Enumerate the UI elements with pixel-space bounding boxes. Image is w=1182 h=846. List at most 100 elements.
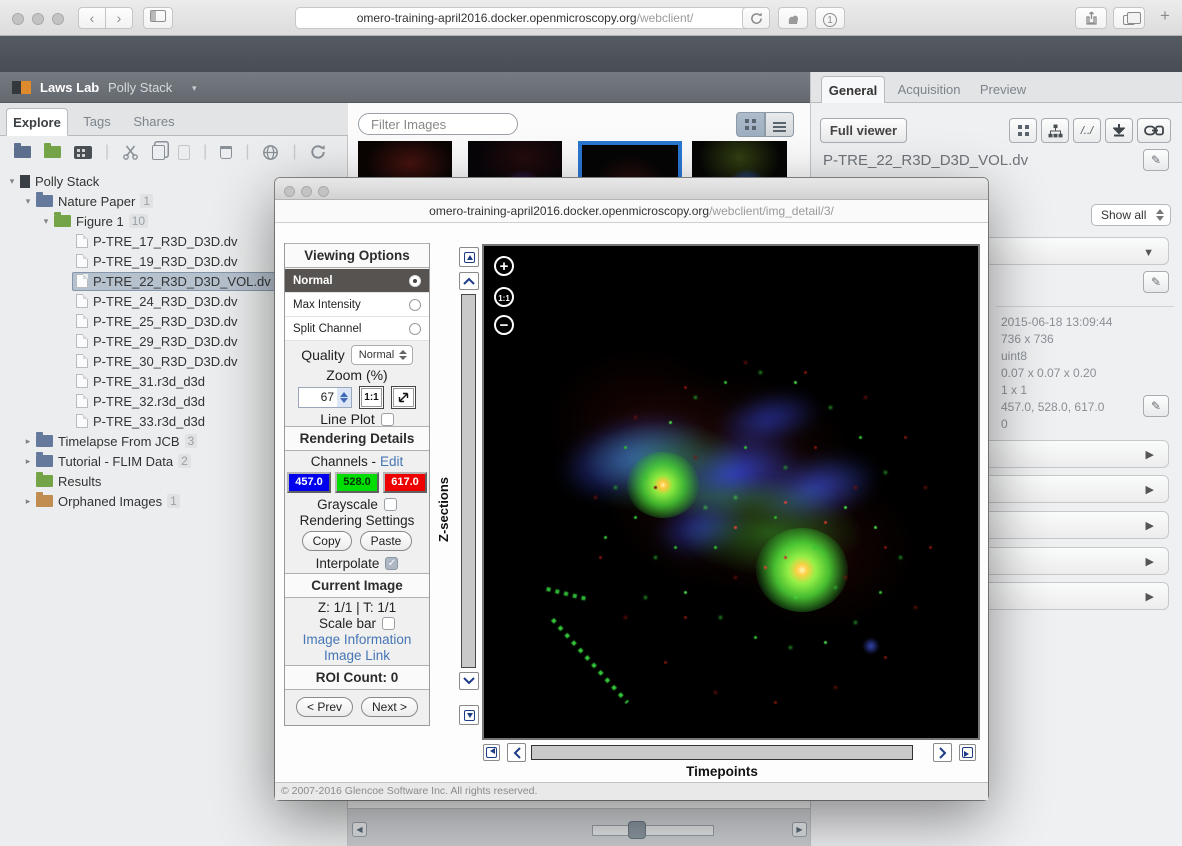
popup-minimize-icon[interactable] <box>301 186 312 197</box>
spinner-arrows-icon[interactable] <box>337 388 351 407</box>
group-owner[interactable]: Polly Stack <box>108 80 172 95</box>
expand-icon[interactable]: ▸ <box>22 496 34 507</box>
publish-globe-icon[interactable] <box>262 144 279 161</box>
back-button[interactable]: ‹ <box>78 7 106 29</box>
hierarchy-button[interactable] <box>1041 118 1069 143</box>
import-image-icon[interactable] <box>74 146 92 159</box>
new-project-folder-icon[interactable] <box>14 146 31 158</box>
scale-bar-checkbox[interactable] <box>382 617 395 630</box>
tab-general[interactable]: General <box>821 76 885 103</box>
download-button[interactable] <box>1105 118 1133 143</box>
z-slider[interactable] <box>461 294 476 668</box>
forward-button[interactable]: › <box>105 7 133 29</box>
minimize-window-icon[interactable] <box>32 13 44 25</box>
grayscale-checkbox[interactable] <box>384 498 397 511</box>
grid-view-button[interactable] <box>736 112 765 137</box>
collapse-icon[interactable]: ▾ <box>6 176 18 187</box>
new-tab-button[interactable]: + <box>1160 6 1170 26</box>
tab-shares[interactable]: Shares <box>126 108 182 136</box>
link-button[interactable] <box>1137 118 1171 143</box>
image-canvas[interactable]: + 1:1 − <box>482 244 980 740</box>
zoom-window-icon[interactable] <box>52 13 64 25</box>
expand-icon[interactable]: ▸ <box>22 456 34 467</box>
line-plot-checkbox[interactable] <box>381 413 394 426</box>
copy-settings-button[interactable]: Copy <box>302 531 352 551</box>
popup-zoom-icon[interactable] <box>318 186 329 197</box>
mode-max-intensity[interactable]: Max Intensity <box>285 293 429 317</box>
collapse-icon[interactable]: ▾ <box>40 216 52 227</box>
cut-icon[interactable] <box>122 144 139 160</box>
paste-settings-button[interactable]: Paste <box>360 531 413 551</box>
edit-name-button[interactable]: ✎ <box>1143 149 1169 171</box>
zoom-out-button[interactable]: − <box>494 315 514 335</box>
channel-528-button[interactable]: 528.0 <box>335 472 379 493</box>
sidebar-toggle-button[interactable] <box>143 7 173 29</box>
thumbnail-size-handle[interactable] <box>628 821 646 839</box>
zoom-fit-button[interactable] <box>391 386 416 409</box>
list-view-button[interactable] <box>765 112 794 137</box>
onepassword-extension-button[interactable]: 1 <box>815 7 845 29</box>
zoom-value-input[interactable] <box>299 388 337 407</box>
address-bar[interactable]: omero-training-april2016.docker.openmicr… <box>295 7 755 29</box>
evernote-extension-button[interactable] <box>778 7 808 29</box>
scroll-left-button[interactable]: ◀ <box>352 822 367 837</box>
edit-channels-button-top[interactable]: ✎ <box>1143 271 1169 293</box>
reload-button[interactable] <box>742 7 770 29</box>
copy-icon[interactable] <box>152 145 165 160</box>
interpolate-checkbox[interactable]: ✓ <box>385 557 398 570</box>
window-controls[interactable] <box>12 12 72 30</box>
show-all-select[interactable]: Show all <box>1091 204 1171 226</box>
refresh-icon[interactable] <box>310 144 326 160</box>
next-button[interactable]: Next > <box>361 697 418 717</box>
zoom-one-to-one-overlay-button[interactable]: 1:1 <box>494 287 514 307</box>
group-chevron-icon[interactable]: ▾ <box>192 83 197 94</box>
filter-images-input[interactable] <box>358 113 518 135</box>
z-up-button[interactable] <box>459 272 479 290</box>
t-last-button[interactable] <box>959 744 976 761</box>
path-button[interactable]: /../ <box>1073 118 1101 143</box>
z-last-button[interactable] <box>459 705 479 725</box>
collapse-icon[interactable]: ▾ <box>22 196 34 207</box>
t-prev-button[interactable] <box>507 743 526 762</box>
zoom-spinner[interactable] <box>298 387 352 408</box>
tab-acquisition[interactable]: Acquisition <box>891 76 967 103</box>
popup-address-bar[interactable]: omero-training-april2016.docker.openmicr… <box>275 200 988 223</box>
radio-icon[interactable] <box>409 275 421 287</box>
tab-preview[interactable]: Preview <box>973 76 1033 103</box>
t-first-button[interactable] <box>483 744 500 761</box>
channel-457-button[interactable]: 457.0 <box>287 472 331 493</box>
expand-icon[interactable]: ▸ <box>22 436 34 447</box>
scroll-right-button[interactable]: ▶ <box>792 822 807 837</box>
zoom-one-to-one-button[interactable]: 1:1 <box>359 386 384 409</box>
timepoints-slider[interactable] <box>531 745 913 760</box>
prev-button[interactable]: < Prev <box>296 697 353 717</box>
channel-617-button[interactable]: 617.0 <box>383 472 427 493</box>
radio-icon[interactable] <box>409 299 421 311</box>
thumbnail-size-slider[interactable] <box>592 825 714 836</box>
channels-edit-link[interactable]: Edit <box>380 454 403 469</box>
tab-explore[interactable]: Explore <box>6 108 68 136</box>
group-name[interactable]: Laws Lab <box>40 80 99 95</box>
tab-tags[interactable]: Tags <box>74 108 120 136</box>
popup-close-icon[interactable] <box>284 186 295 197</box>
mode-split-channel[interactable]: Split Channel <box>285 317 429 341</box>
share-button[interactable] <box>1075 7 1107 29</box>
thumbnails-view-button[interactable] <box>1009 118 1037 143</box>
z-first-button[interactable] <box>459 247 479 267</box>
popup-titlebar[interactable] <box>275 178 988 200</box>
tab-overview-button[interactable] <box>1113 7 1145 29</box>
edit-channels-button[interactable]: ✎ <box>1143 395 1169 417</box>
full-viewer-button[interactable]: Full viewer <box>820 118 907 143</box>
radio-icon[interactable] <box>409 323 421 335</box>
t-next-button[interactable] <box>933 743 952 762</box>
image-link-link[interactable]: Image Link <box>285 648 429 663</box>
zoom-in-button[interactable]: + <box>494 256 514 276</box>
delete-trash-icon[interactable] <box>220 146 232 159</box>
quality-select[interactable]: Normal <box>351 345 413 365</box>
image-information-link[interactable]: Image Information <box>285 632 429 647</box>
image-viewer-window[interactable]: omero-training-april2016.docker.openmicr… <box>275 178 988 800</box>
z-down-button[interactable] <box>459 672 479 690</box>
close-window-icon[interactable] <box>12 13 24 25</box>
new-dataset-folder-icon[interactable] <box>44 146 61 158</box>
mode-normal[interactable]: Normal <box>285 269 429 293</box>
